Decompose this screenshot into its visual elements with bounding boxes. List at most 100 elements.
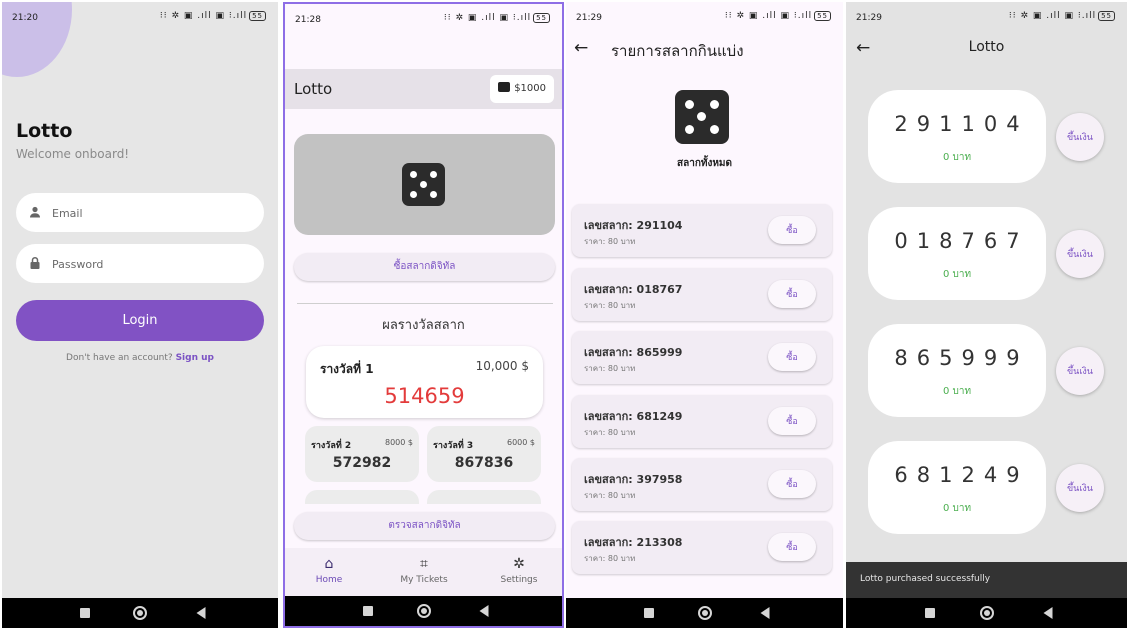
ticket-number: 291104 xyxy=(894,112,1029,136)
email-input[interactable] xyxy=(52,203,252,223)
buy-button[interactable]: ซื้อ xyxy=(768,533,816,561)
buy-button[interactable]: ซื้อ xyxy=(768,470,816,498)
home-circle-icon[interactable] xyxy=(979,606,994,620)
ticket-item: เลขสลาก: 681249 ราคา: 80 บาท ซื้อ xyxy=(572,395,832,448)
snackbar-message: Lotto purchased successfully xyxy=(860,574,991,584)
buy-button[interactable]: ซื้อ xyxy=(768,216,816,244)
signup-link[interactable]: Sign up xyxy=(176,353,214,363)
results-title: ผลรางวัลสลาก xyxy=(382,318,465,333)
ticket-number: เลขสลาก: 213308 xyxy=(584,536,683,549)
system-nav-bar xyxy=(566,598,843,628)
lock-icon xyxy=(30,256,40,269)
divider xyxy=(297,303,553,304)
third-prize-card: รางวัลที่ 3 6000 $ 867836 xyxy=(427,426,541,482)
recents-icon[interactable] xyxy=(363,606,374,616)
status-bar: 21:29 ⁝⁝ ✲ ▣ .ıll ▣ ⁝.ıll 55 xyxy=(846,2,1127,30)
app-bar: ← Lotto xyxy=(846,32,1127,64)
battery-icon: 55 xyxy=(249,11,266,21)
nav-home[interactable]: ⌂ Home xyxy=(299,556,359,585)
ticket-number: เลขสลาก: 681249 xyxy=(584,410,683,423)
cash-out-button[interactable]: ขึ้นเงิน xyxy=(1056,464,1104,512)
status-icons: ⁝⁝ ✲ ▣ .ıll ▣ ⁝.ıll 55 xyxy=(160,11,266,21)
cash-out-button[interactable]: ขึ้นเงิน xyxy=(1056,230,1104,278)
status-time: 21:29 xyxy=(856,13,882,23)
snackbar: Lotto purchased successfully xyxy=(846,562,1127,598)
recents-icon[interactable] xyxy=(79,608,90,618)
welcome-subtitle: Welcome onboard! xyxy=(16,147,130,161)
owned-ticket-card: 291104 0 บาท xyxy=(868,90,1046,183)
owned-ticket-card: 865999 0 บาท xyxy=(868,324,1046,417)
second-prize-card: รางวัลที่ 2 8000 $ 572982 xyxy=(305,426,419,482)
ticket-list-screen: 21:29 ⁝⁝ ✲ ▣ .ıll ▣ ⁝.ıll 55 ← รายการสลาก… xyxy=(566,2,843,628)
system-nav-bar xyxy=(285,596,562,626)
wallet-balance[interactable]: $1000 xyxy=(490,75,554,103)
home-circle-icon[interactable] xyxy=(133,606,147,620)
battery-icon: 55 xyxy=(533,13,550,23)
buy-button[interactable]: ซื้อ xyxy=(768,343,816,371)
prize-label: รางวัลที่ 1 xyxy=(320,362,374,376)
ticket-price: ราคา: 80 บาท xyxy=(584,428,636,437)
my-tickets-screen: 21:29 ⁝⁝ ✲ ▣ .ıll ▣ ⁝.ıll 55 ← Lotto 2911… xyxy=(846,2,1127,628)
home-screen: 21:28 ⁝⁝ ✲ ▣ .ıll ▣ ⁝.ıll 55 Lotto $1000 … xyxy=(283,2,564,628)
buy-digital-ticket-button[interactable]: ซื้อสลากดิจิทัล xyxy=(294,253,555,281)
status-icons: ⁝⁝ ✲ ▣ .ıll ▣ ⁝.ıll 55 xyxy=(444,13,550,23)
system-nav-bar xyxy=(2,598,278,628)
home-circle-icon[interactable] xyxy=(697,606,712,620)
ticket-price: ราคา: 80 บาท xyxy=(584,554,636,563)
ticket-icon: ⌗ xyxy=(420,556,428,572)
owned-ticket-card: 681249 0 บาท xyxy=(868,441,1046,534)
ticket-number: เลขสลาก: 865999 xyxy=(584,346,683,359)
cash-out-button[interactable]: ขึ้นเงิน xyxy=(1056,347,1104,395)
ticket-item: เลขสลาก: 291104 ราคา: 80 บาท ซื้อ xyxy=(572,204,832,257)
back-arrow-icon[interactable]: ← xyxy=(574,38,588,58)
login-button[interactable]: Login xyxy=(16,300,264,341)
ticket-value: 0 บาท xyxy=(942,152,972,163)
prize-amount: 10,000 $ xyxy=(475,359,529,373)
dice-icon xyxy=(675,90,729,144)
back-triangle-icon[interactable] xyxy=(196,607,206,619)
recents-icon[interactable] xyxy=(925,608,936,618)
email-field[interactable] xyxy=(16,193,264,232)
home-circle-icon[interactable] xyxy=(416,604,431,618)
password-field[interactable] xyxy=(16,244,264,283)
ticket-number: เลขสลาก: 291104 xyxy=(584,219,683,232)
first-prize-card: รางวัลที่ 1 10,000 $ 514659 xyxy=(306,346,543,418)
ticket-number: 018767 xyxy=(894,229,1029,253)
page-title: Lotto xyxy=(968,39,1005,55)
status-bar: 21:28 ⁝⁝ ✲ ▣ .ıll ▣ ⁝.ıll 55 xyxy=(285,4,562,32)
back-triangle-icon[interactable] xyxy=(760,607,770,619)
nav-settings-label: Settings xyxy=(500,575,538,585)
app-bar: ← รายการสลากกินแบ่ง xyxy=(566,32,843,64)
prize-number: 572982 xyxy=(332,455,392,471)
ticket-price: ราคา: 80 บาท xyxy=(584,237,636,246)
status-time: 21:20 xyxy=(12,13,38,23)
prize-label: รางวัลที่ 2 xyxy=(311,441,352,451)
ticket-value: 0 บาท xyxy=(942,386,972,397)
buy-button[interactable]: ซื้อ xyxy=(768,280,816,308)
recents-icon[interactable] xyxy=(644,608,655,618)
ticket-value: 0 บาท xyxy=(942,503,972,514)
cash-out-button[interactable]: ขึ้นเงิน xyxy=(1056,113,1104,161)
app-bar: Lotto $1000 xyxy=(285,69,562,109)
prize-number: 514659 xyxy=(384,384,465,408)
prize-amount: 8000 $ xyxy=(385,438,413,447)
gear-icon: ✲ xyxy=(513,556,525,572)
status-bar: 21:20 ⁝⁝ ✲ ▣ .ıll ▣ ⁝.ıll 55 xyxy=(2,2,278,30)
back-triangle-icon[interactable] xyxy=(1043,607,1053,619)
status-time: 21:29 xyxy=(576,13,602,23)
wallet-amount: $1000 xyxy=(514,83,546,94)
person-icon xyxy=(30,206,40,218)
nav-my-tickets[interactable]: ⌗ My Tickets xyxy=(394,556,454,585)
buy-button[interactable]: ซื้อ xyxy=(768,407,816,435)
app-title: Lotto xyxy=(16,120,73,142)
owned-ticket-card: 018767 0 บาท xyxy=(868,207,1046,300)
nav-settings[interactable]: ✲ Settings xyxy=(489,556,549,585)
nav-home-label: Home xyxy=(315,575,343,585)
prize-card-partial xyxy=(305,490,419,504)
check-ticket-button[interactable]: ตรวจสลากดิจิทัล xyxy=(294,512,555,540)
login-screen: 21:20 ⁝⁝ ✲ ▣ .ıll ▣ ⁝.ıll 55 Lotto Welcom… xyxy=(2,2,278,628)
signup-row: Don't have an account? Sign up xyxy=(2,353,278,363)
all-tickets-caption: สลากทั้งหมด xyxy=(676,158,733,169)
back-triangle-icon[interactable] xyxy=(479,605,489,617)
password-input[interactable] xyxy=(52,254,252,274)
